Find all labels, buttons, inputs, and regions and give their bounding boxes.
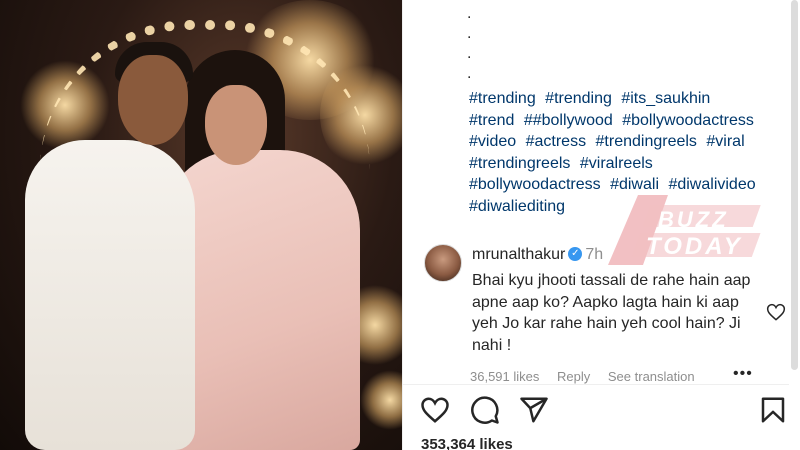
scrollbar[interactable] [789, 0, 800, 450]
more-options-icon[interactable]: ••• [733, 365, 753, 383]
comment-header: mrunalthakur ✓ 7h [472, 246, 603, 264]
caption-dots: . . . . [467, 4, 471, 84]
comment-text: Bhai kyu jhooti tassali de rahe hain aap… [472, 272, 751, 354]
watermark-text: TODAY [646, 233, 743, 260]
hashtag-link[interactable]: #viral [706, 133, 744, 150]
comment-icon[interactable] [470, 395, 500, 425]
post-actions-bar [403, 395, 800, 427]
avatar[interactable] [424, 244, 462, 282]
scrollbar-thumb[interactable] [791, 0, 798, 370]
buzz-today-watermark: BUZZ TODAY [598, 185, 788, 275]
hashtag-link[interactable]: #viralreels [580, 155, 653, 172]
comment-like-heart-icon[interactable] [766, 303, 786, 321]
comment-likes-count[interactable]: 36,591 likes [470, 369, 539, 384]
man-figure [25, 140, 195, 450]
hashtag-link[interactable]: #trending [469, 90, 536, 107]
caption-dot: . [467, 65, 472, 82]
comment-meta: 36,591 likes Reply See translation [470, 369, 709, 384]
post-likes-count[interactable]: 353,364 likes [421, 436, 513, 450]
hashtag-link[interactable]: #actress [526, 133, 586, 150]
caption-dot: . [467, 45, 472, 62]
hashtag-link[interactable]: #trendingreels [469, 155, 570, 172]
light-glow [360, 370, 402, 430]
share-icon[interactable] [519, 395, 549, 425]
hashtag-link[interactable]: ##bollywood [524, 112, 613, 129]
hashtag-link[interactable]: #bollywoodactress [469, 176, 601, 193]
hashtag-link[interactable]: #diwaliediting [469, 198, 565, 215]
man-face [118, 55, 188, 145]
hashtag-link[interactable]: #bollywoodactress [622, 112, 754, 129]
caption-dot: . [467, 25, 472, 42]
caption-dot: . [467, 5, 472, 22]
comment-username[interactable]: mrunalthakur [472, 246, 565, 263]
hashtag-link[interactable]: #its_saukhin [621, 90, 710, 107]
hashtag-link[interactable]: #trend [469, 112, 514, 129]
hashtag-link[interactable]: #video [469, 133, 516, 150]
reply-button[interactable]: Reply [557, 369, 590, 384]
actions-separator [403, 384, 800, 385]
woman-face [205, 85, 267, 165]
heart-icon[interactable] [420, 395, 450, 425]
hashtag-link[interactable]: #trending [545, 90, 612, 107]
watermark-text: BUZZ [658, 207, 729, 232]
see-translation-link[interactable]: See translation [608, 369, 695, 384]
bookmark-icon[interactable] [758, 395, 788, 425]
post-photo[interactable] [0, 0, 402, 450]
hashtag-link[interactable]: #trendingreels [596, 133, 697, 150]
verified-badge-icon: ✓ [568, 246, 583, 261]
